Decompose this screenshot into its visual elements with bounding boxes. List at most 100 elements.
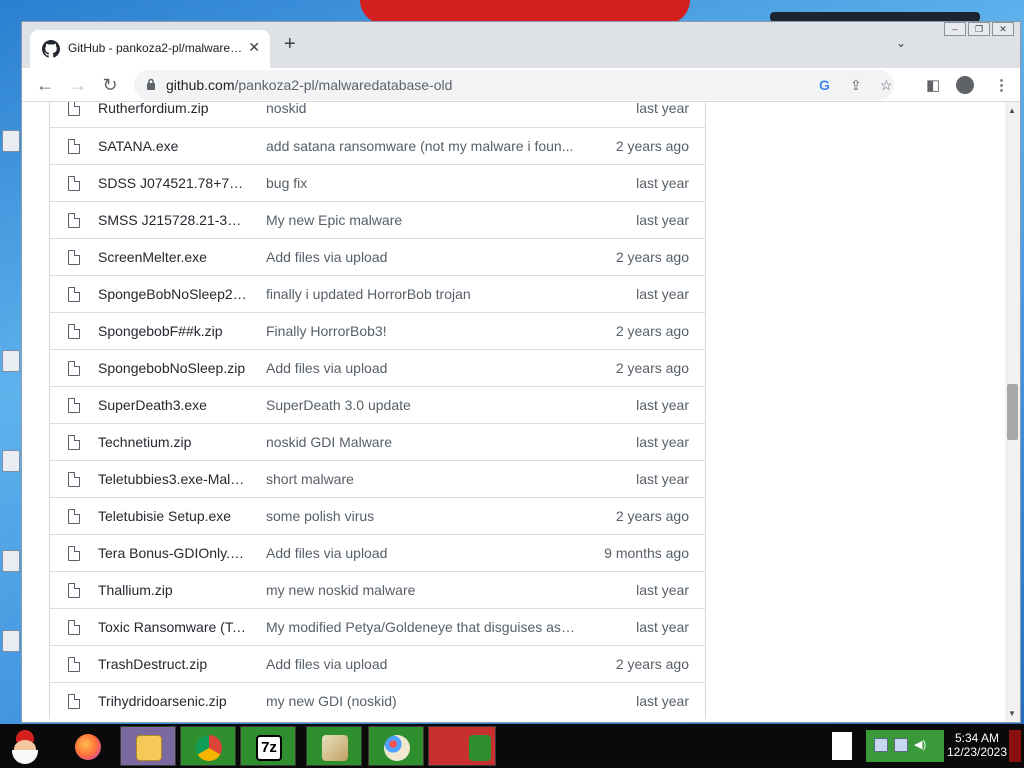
tab-github-repo[interactable]: GitHub - pankoza2-pl/malwaredatabase-old…: [30, 30, 270, 68]
close-icon[interactable]: ✕: [248, 39, 260, 56]
page-scrollbar[interactable]: ▲ ▼: [1005, 102, 1020, 722]
window-close-button[interactable]: ✕: [992, 22, 1014, 36]
back-button[interactable]: ←: [33, 73, 57, 97]
commit-message-link[interactable]: some polish virus: [266, 508, 576, 524]
file-row[interactable]: Thallium.zip my new noskid malware last ye…: [50, 571, 705, 608]
commit-message-link[interactable]: My new Epic malware: [266, 212, 576, 228]
taskbar-blank-app[interactable]: [428, 726, 496, 766]
commit-message-link[interactable]: my new noskid malware: [266, 582, 576, 598]
start-button[interactable]: [4, 726, 48, 766]
taskbar-chrome[interactable]: [180, 726, 236, 766]
santa-beard-icon: [12, 750, 38, 764]
taskbar-file-explorer[interactable]: [120, 726, 176, 766]
forward-button[interactable]: →: [66, 73, 90, 97]
scroll-up-arrow-icon[interactable]: ▲: [1008, 106, 1016, 115]
file-name-link[interactable]: Tera Bonus-GDIOnly.exe: [98, 545, 248, 561]
file-name-link[interactable]: TrashDestruct.zip: [98, 656, 248, 672]
file-row[interactable]: ScreenMelter.exe Add files via upload 2 ye…: [50, 238, 705, 275]
taskbar-firefox[interactable]: [60, 726, 116, 766]
commit-age: 2 years ago: [615, 360, 689, 376]
file-row[interactable]: SATANA.exe add satana ransomware (not my …: [50, 127, 705, 164]
google-lens-icon[interactable]: G: [819, 77, 830, 93]
file-row[interactable]: Teletubisie Setup.exe some polish virus 2 …: [50, 497, 705, 534]
file-name-link[interactable]: Teletubisie Setup.exe: [98, 508, 248, 524]
taskbar-paint[interactable]: [368, 726, 424, 766]
commit-message-link[interactable]: bug fix: [266, 175, 576, 191]
file-name-link[interactable]: SDSS J074521.78+734...: [98, 175, 248, 191]
commit-age: last year: [636, 434, 689, 450]
file-row[interactable]: SpongebobNoSleep.zip Add files via upload…: [50, 349, 705, 386]
restore-button[interactable]: ❐: [968, 22, 990, 36]
side-panel-icon[interactable]: ◧: [926, 76, 940, 94]
file-row[interactable]: SuperDeath3.exe SuperDeath 3.0 update last…: [50, 386, 705, 423]
file-name-link[interactable]: SpongebobF##k.zip: [98, 323, 248, 339]
taskbar-7zip[interactable]: 7z: [240, 726, 296, 766]
profile-icon[interactable]: [956, 76, 974, 94]
commit-message-link[interactable]: Add files via upload: [266, 249, 576, 265]
file-name-link[interactable]: Thallium.zip: [98, 582, 248, 598]
volume-icon[interactable]: ◀): [914, 738, 928, 752]
display-icon[interactable]: [894, 738, 908, 752]
commit-message-link[interactable]: noskid: [266, 102, 576, 116]
file-row[interactable]: Technetium.zip noskid GDI Malware last yea…: [50, 423, 705, 460]
file-name-link[interactable]: Toxic Ransomware (Tox...: [98, 619, 248, 635]
file-row[interactable]: SMSS J215728.21-360... My new Epic malwar…: [50, 201, 705, 238]
commit-message-link[interactable]: Add files via upload: [266, 545, 576, 561]
desktop-shortcut-icon[interactable]: [2, 550, 20, 572]
file-name-link[interactable]: SuperDeath3.exe: [98, 397, 248, 413]
commit-message-link[interactable]: Add files via upload: [266, 656, 576, 672]
desktop-shortcut-icon[interactable]: [2, 630, 20, 652]
bookmark-star-icon[interactable]: ☆: [880, 77, 893, 94]
file-row[interactable]: Rutherfordium.zip noskid last year: [50, 102, 705, 127]
commit-message-link[interactable]: SuperDeath 3.0 update: [266, 397, 576, 413]
file-row[interactable]: Trihydridoarsenic.zip my new GDI (noskid)…: [50, 682, 705, 719]
commit-age: last year: [636, 619, 689, 635]
wallpaper-santa-hat: [360, 0, 690, 24]
show-desktop-button[interactable]: [1009, 730, 1021, 762]
network-icon[interactable]: [874, 738, 888, 752]
file-name-link[interactable]: Technetium.zip: [98, 434, 248, 450]
firefox-icon: [75, 734, 101, 760]
url-text[interactable]: github.com/pankoza2-pl/malwaredatabase-o…: [166, 77, 452, 93]
taskbar: 7z ◀) 5:34 AM 12/23/2023: [0, 724, 1024, 768]
file-name-link[interactable]: ScreenMelter.exe: [98, 249, 248, 265]
file-name-link[interactable]: Rutherfordium.zip: [98, 102, 248, 116]
taskbar-clock[interactable]: 5:34 AM 12/23/2023: [946, 731, 1008, 759]
commit-message-link[interactable]: short malware: [266, 471, 576, 487]
file-name-link[interactable]: SMSS J215728.21-360...: [98, 212, 248, 228]
chevron-down-icon[interactable]: ⌄: [896, 36, 906, 50]
file-name-link[interactable]: SpongebobNoSleep.zip: [98, 360, 248, 376]
file-row[interactable]: SpongeBobNoSleep2 (... finally i updated …: [50, 275, 705, 312]
commit-message-link[interactable]: add satana ransomware (not my malware i …: [266, 138, 576, 154]
desktop-shortcut-icon[interactable]: [2, 450, 20, 472]
file-row[interactable]: TrashDestruct.zip Add files via upload 2 y…: [50, 645, 705, 682]
desktop-shortcut-icon[interactable]: [2, 350, 20, 372]
file-name-link[interactable]: SATANA.exe: [98, 138, 248, 154]
commit-message-link[interactable]: my new GDI (noskid): [266, 693, 576, 709]
address-bar[interactable]: github.com/pankoza2-pl/malwaredatabase-o…: [134, 70, 894, 100]
more-menu-icon[interactable]: ⋮: [994, 76, 1009, 94]
new-tab-button[interactable]: +: [284, 34, 296, 54]
notification-box[interactable]: [832, 732, 852, 760]
file-row[interactable]: SDSS J074521.78+734... bug fix last year: [50, 164, 705, 201]
commit-age: 2 years ago: [615, 656, 689, 672]
scrollbar-thumb[interactable]: [1007, 384, 1018, 440]
taskbar-paint-tool[interactable]: [306, 726, 362, 766]
file-row[interactable]: Teletubbies3.exe-Malw... short malware las…: [50, 460, 705, 497]
file-name-link[interactable]: Trihydridoarsenic.zip: [98, 693, 248, 709]
desktop-shortcut-icon[interactable]: [2, 130, 20, 152]
share-icon[interactable]: ⇪: [850, 77, 862, 94]
minimize-button[interactable]: –: [944, 22, 966, 36]
file-name-link[interactable]: Teletubbies3.exe-Malw...: [98, 471, 248, 487]
reload-button[interactable]: ↻: [98, 73, 122, 97]
commit-message-link[interactable]: Finally HorrorBob3!: [266, 323, 576, 339]
commit-message-link[interactable]: My modified Petya/Goldeneye that disguis…: [266, 619, 576, 635]
file-row[interactable]: SpongebobF##k.zip Finally HorrorBob3! 2 ye…: [50, 312, 705, 349]
file-row[interactable]: Tera Bonus-GDIOnly.exe Add files via uplo…: [50, 534, 705, 571]
commit-message-link[interactable]: finally i updated HorrorBob trojan: [266, 286, 576, 302]
file-row[interactable]: Toxic Ransomware (Tox... My modified Pety…: [50, 608, 705, 645]
file-name-link[interactable]: SpongeBobNoSleep2 (...: [98, 286, 248, 302]
commit-message-link[interactable]: Add files via upload: [266, 360, 576, 376]
scroll-down-arrow-icon[interactable]: ▼: [1008, 709, 1016, 718]
commit-message-link[interactable]: noskid GDI Malware: [266, 434, 576, 450]
